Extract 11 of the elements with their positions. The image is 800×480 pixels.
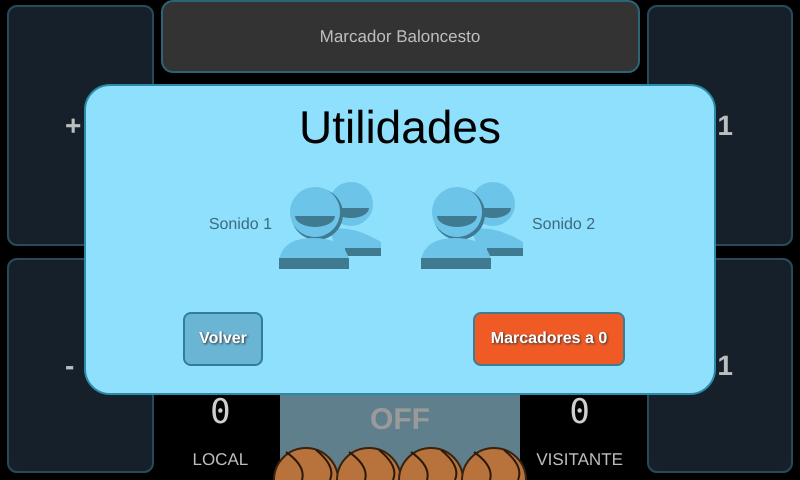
score-digit: 0	[210, 395, 231, 429]
dialog-title: Utilidades	[299, 104, 501, 150]
clock-status: OFF	[370, 405, 430, 437]
sound-label: Sonido 2	[532, 215, 596, 235]
score-digit: 0	[569, 395, 590, 429]
people-icon[interactable]	[421, 180, 525, 270]
team-label: LOCAL	[192, 448, 248, 470]
people-icon[interactable]	[279, 180, 383, 270]
app-title: Marcador Baloncesto	[320, 26, 480, 48]
sound-label: Sonido 1	[208, 215, 272, 235]
team-label: VISITANTE	[536, 448, 623, 470]
